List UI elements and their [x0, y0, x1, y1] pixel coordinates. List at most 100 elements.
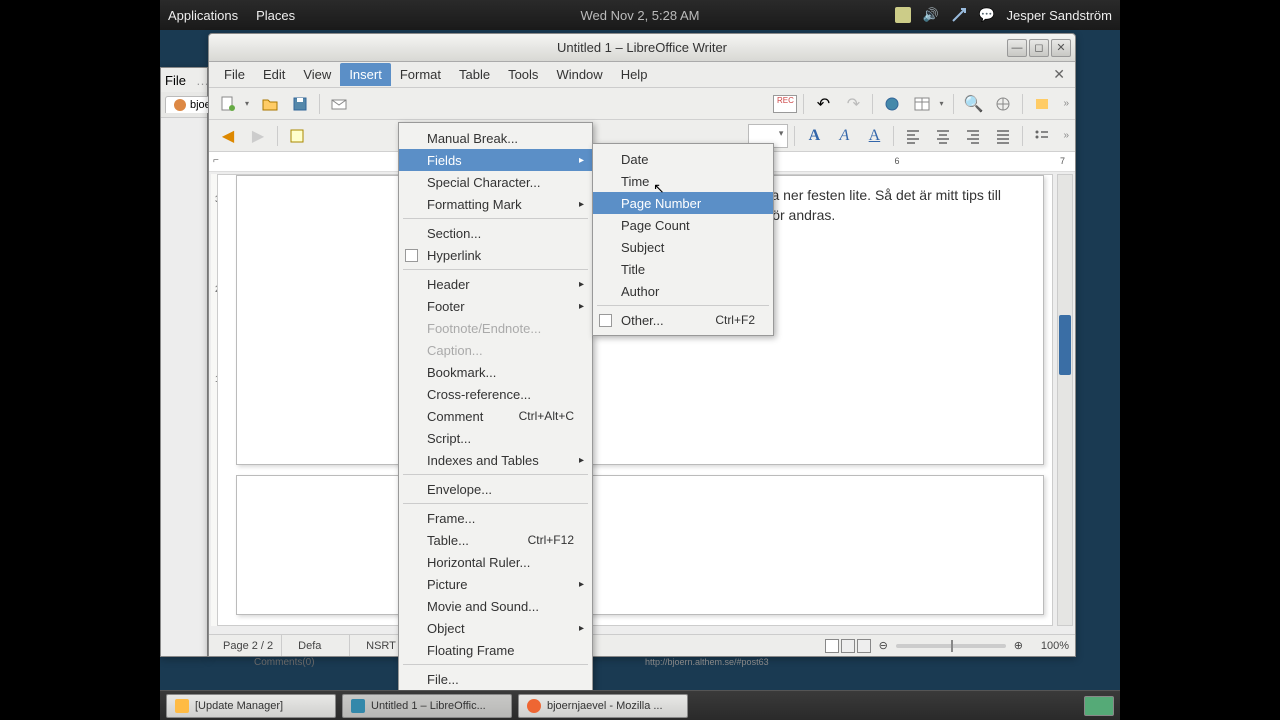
align-right-icon[interactable]: [960, 123, 986, 149]
back-menu-file[interactable]: File: [165, 73, 186, 88]
minimize-button[interactable]: —: [1007, 39, 1027, 57]
align-center-icon[interactable]: [930, 123, 956, 149]
menu-script[interactable]: Script...: [399, 427, 592, 449]
table-insert-icon[interactable]: [909, 91, 935, 117]
menu-format[interactable]: Format: [391, 63, 450, 86]
italic-icon[interactable]: A: [831, 123, 857, 149]
gnome-taskbar: [Update Manager] Untitled 1 – LibreOffic…: [160, 690, 1120, 720]
menu-bookmark[interactable]: Bookmark...: [399, 361, 592, 383]
field-other[interactable]: Other...Ctrl+F2: [593, 309, 773, 331]
menu-hyperlink[interactable]: Hyperlink: [399, 244, 592, 266]
zoom-out-icon[interactable]: ⊖: [879, 639, 888, 652]
menu-footer[interactable]: Footer▸: [399, 295, 592, 317]
align-left-icon[interactable]: [900, 123, 926, 149]
save-icon[interactable]: [287, 91, 313, 117]
statusbar: Page 2 / 2 Defa NSRT STD ⚠ ⊖ ⊕ 100%: [209, 634, 1075, 656]
menu-window[interactable]: Window: [547, 63, 611, 86]
menu-frame[interactable]: Frame...: [399, 507, 592, 529]
zoom-in-icon[interactable]: ⊕: [1014, 639, 1023, 652]
comments-footer[interactable]: Comments(0): [254, 657, 315, 668]
new-doc-icon[interactable]: [215, 91, 241, 117]
field-time[interactable]: Time: [593, 170, 773, 192]
task-libreoffice[interactable]: Untitled 1 – LibreOffic...: [342, 694, 512, 718]
task-update-manager[interactable]: [Update Manager]: [166, 694, 336, 718]
view-layout-icons[interactable]: [825, 639, 871, 653]
workspace-switcher-icon[interactable]: [1084, 696, 1114, 716]
styles-icon[interactable]: [284, 123, 310, 149]
scrollbar-thumb[interactable]: [1059, 315, 1071, 375]
menu-header[interactable]: Header▸: [399, 273, 592, 295]
menu-table[interactable]: Table: [450, 63, 499, 86]
volume-icon[interactable]: 🔊: [923, 7, 939, 23]
field-page-number[interactable]: Page Number: [593, 192, 773, 214]
menu-special-char[interactable]: Special Character...: [399, 171, 592, 193]
menu-insert[interactable]: Insert: [340, 63, 391, 86]
maximize-button[interactable]: ◻: [1029, 39, 1049, 57]
task-firefox[interactable]: bjoernjaevel - Mozilla ...: [518, 694, 688, 718]
align-justify-icon[interactable]: [990, 123, 1016, 149]
menu-insert-table[interactable]: Table...Ctrl+F12: [399, 529, 592, 551]
field-page-count[interactable]: Page Count: [593, 214, 773, 236]
rec-icon[interactable]: REC: [773, 95, 797, 113]
menu-file-insert[interactable]: File...: [399, 668, 592, 690]
menu-floating-frame[interactable]: Floating Frame: [399, 639, 592, 661]
background-window: File … bjoe...: [160, 67, 208, 657]
menu-section[interactable]: Section...: [399, 222, 592, 244]
hyperlink-icon[interactable]: [879, 91, 905, 117]
clock[interactable]: Wed Nov 2, 5:28 AM: [581, 8, 700, 23]
user-menu[interactable]: Jesper Sandström: [1007, 8, 1113, 23]
menu-comment[interactable]: CommentCtrl+Alt+C: [399, 405, 592, 427]
menu-envelope[interactable]: Envelope...: [399, 478, 592, 500]
menu-picture[interactable]: Picture▸: [399, 573, 592, 595]
places-menu[interactable]: Places: [256, 8, 295, 23]
update-tray-icon[interactable]: [895, 7, 911, 23]
status-page[interactable]: Page 2 / 2: [215, 635, 282, 656]
field-author[interactable]: Author: [593, 280, 773, 302]
menu-caption[interactable]: Caption...: [399, 339, 592, 361]
menu-help[interactable]: Help: [612, 63, 657, 86]
gnome-topbar: Applications Places Wed Nov 2, 5:28 AM 🔊…: [160, 0, 1120, 30]
close-button[interactable]: ✕: [1051, 39, 1071, 57]
chat-icon[interactable]: 💬: [979, 7, 995, 23]
field-date[interactable]: Date: [593, 148, 773, 170]
status-style[interactable]: Defa: [290, 635, 350, 656]
gallery-icon[interactable]: [1029, 91, 1055, 117]
menu-manual-break[interactable]: Manual Break...: [399, 127, 592, 149]
ruler-mark: 7: [1060, 156, 1065, 168]
bullets-icon[interactable]: [1029, 123, 1055, 149]
field-title[interactable]: Title: [593, 258, 773, 280]
nav-fwd-icon[interactable]: ▶: [245, 123, 271, 149]
find-icon[interactable]: 🔍: [960, 91, 986, 117]
underline-icon[interactable]: A: [861, 123, 887, 149]
menu-fields[interactable]: Fields▸: [399, 149, 592, 171]
document-close-icon[interactable]: ✕: [1049, 66, 1069, 83]
menu-crossref[interactable]: Cross-reference...: [399, 383, 592, 405]
network-icon[interactable]: [951, 7, 967, 23]
nav-back-icon[interactable]: ◀: [215, 123, 241, 149]
navigator-icon[interactable]: [990, 91, 1016, 117]
email-icon[interactable]: [326, 91, 352, 117]
menu-formatting-mark[interactable]: Formatting Mark▸: [399, 193, 592, 215]
menu-footnote[interactable]: Footnote/Endnote...: [399, 317, 592, 339]
bold-icon[interactable]: A: [801, 123, 827, 149]
applications-menu[interactable]: Applications: [168, 8, 238, 23]
menu-tools[interactable]: Tools: [499, 63, 547, 86]
zoom-slider[interactable]: [896, 644, 1006, 648]
redo-icon[interactable]: ↷: [840, 91, 866, 117]
menu-view[interactable]: View: [294, 63, 340, 86]
vertical-scrollbar[interactable]: [1057, 174, 1073, 626]
menu-indexes[interactable]: Indexes and Tables▸: [399, 449, 592, 471]
undo-icon[interactable]: ↶: [810, 91, 836, 117]
open-icon[interactable]: [257, 91, 283, 117]
menu-file[interactable]: File: [215, 63, 254, 86]
menu-object[interactable]: Object▸: [399, 617, 592, 639]
toolbar-overflow-icon[interactable]: »: [1063, 98, 1069, 109]
titlebar[interactable]: Untitled 1 – LibreOffice Writer — ◻ ✕: [209, 34, 1075, 62]
menu-movie[interactable]: Movie and Sound...: [399, 595, 592, 617]
menu-hruler[interactable]: Horizontal Ruler...: [399, 551, 592, 573]
toolbar2-overflow-icon[interactable]: »: [1063, 130, 1069, 141]
field-subject[interactable]: Subject: [593, 236, 773, 258]
task-label: [Update Manager]: [195, 700, 283, 712]
menu-edit[interactable]: Edit: [254, 63, 294, 86]
zoom-value[interactable]: 100%: [1031, 640, 1069, 652]
